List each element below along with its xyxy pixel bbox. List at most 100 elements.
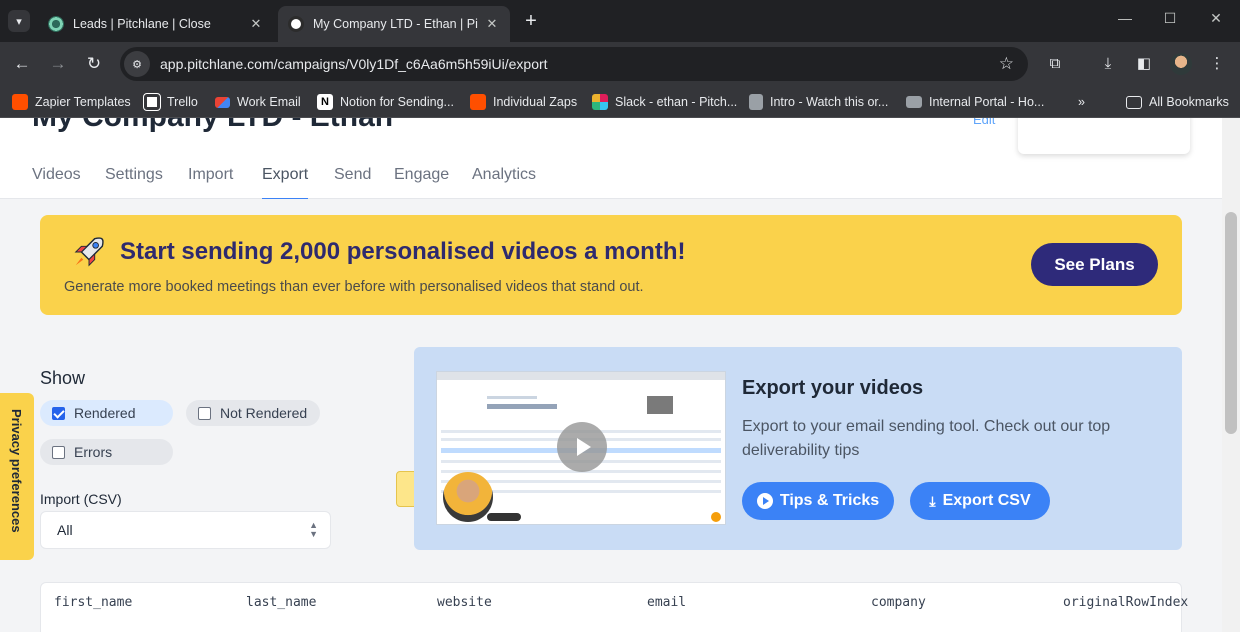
tips-tricks-button[interactable]: Tips & Tricks bbox=[742, 482, 894, 520]
tab-videos[interactable]: Videos bbox=[32, 166, 81, 199]
tab-send[interactable]: Send bbox=[334, 166, 371, 199]
video-browser-bar bbox=[437, 372, 725, 380]
column-header[interactable]: originalRowIndex bbox=[1063, 595, 1188, 610]
column-header[interactable]: email bbox=[647, 595, 686, 610]
minimize-icon[interactable]: — bbox=[1114, 10, 1136, 26]
export-csv-button[interactable]: ⤓ Export CSV bbox=[910, 482, 1050, 520]
tab-export[interactable]: Export bbox=[262, 166, 309, 200]
bookmark-label: Trello bbox=[167, 95, 198, 109]
bookmark-label: Slack - ethan - Pitch... bbox=[615, 95, 738, 109]
back-icon[interactable]: ← bbox=[11, 53, 33, 75]
import-csv-select[interactable]: All ▲ ▼ bbox=[40, 511, 331, 549]
header-card bbox=[1018, 118, 1190, 154]
edit-link[interactable]: Edit bbox=[973, 118, 995, 127]
tips-label: Tips & Tricks bbox=[779, 492, 880, 509]
bookmark-star-icon[interactable]: ☆ bbox=[999, 54, 1014, 74]
bookmark-label: Zapier Templates bbox=[35, 95, 131, 109]
notion-icon: N bbox=[317, 94, 333, 110]
browser-tab-leads[interactable]: Leads | Pitchlane | Close ✕ bbox=[38, 6, 274, 42]
filter-label: Rendered bbox=[74, 405, 136, 421]
close-tab-icon[interactable]: ✕ bbox=[248, 16, 264, 32]
more-bookmarks-icon[interactable]: » bbox=[1078, 93, 1085, 111]
trello-icon bbox=[143, 93, 161, 111]
all-bookmarks-label: All Bookmarks bbox=[1149, 95, 1229, 109]
bookmark-trello[interactable]: Trello bbox=[143, 93, 198, 111]
bookmark-intro[interactable]: Intro - Watch this or... bbox=[749, 93, 888, 111]
zapier-icon bbox=[470, 94, 486, 110]
page-title: My Company LTD - Ethan bbox=[32, 118, 393, 134]
column-header[interactable]: first_name bbox=[54, 595, 132, 610]
tab-search-icon[interactable]: ▾ bbox=[8, 10, 30, 32]
bookmarks-bar: Zapier Templates Trello Work Email N Not… bbox=[0, 86, 1240, 118]
close-tab-icon[interactable]: ✕ bbox=[484, 16, 500, 32]
profile-avatar[interactable] bbox=[1170, 53, 1192, 75]
filter-errors[interactable]: Errors bbox=[40, 439, 173, 465]
tab-engage[interactable]: Engage bbox=[394, 166, 449, 199]
browser-toolbar: ← → ↻ ⚙ app.pitchlane.com/campaigns/V0ly… bbox=[0, 42, 1240, 86]
bookmark-internal-portal[interactable]: Internal Portal - Ho... bbox=[906, 93, 1044, 111]
menu-icon[interactable]: ⋮ bbox=[1207, 54, 1227, 74]
bookmark-label: Notion for Sending... bbox=[340, 95, 454, 109]
play-circle-icon bbox=[756, 493, 773, 509]
page-icon bbox=[906, 96, 922, 108]
export-csv-label: Export CSV bbox=[942, 492, 1031, 509]
export-description: Export to your email sending tool. Check… bbox=[742, 418, 1111, 459]
tab-title: My Company LTD - Ethan | Pitc bbox=[313, 17, 478, 31]
column-header[interactable]: last_name bbox=[246, 595, 316, 610]
bookmark-work-email[interactable]: Work Email bbox=[215, 93, 301, 111]
privacy-preferences-tab[interactable]: Privacy preferences bbox=[0, 393, 34, 560]
presenter-avatar bbox=[443, 472, 493, 522]
page-content: My Company LTD - Ethan Edit Videos Setti… bbox=[0, 118, 1222, 632]
filter-not-rendered[interactable]: Not Rendered bbox=[186, 400, 320, 426]
reload-icon[interactable]: ↻ bbox=[83, 53, 105, 75]
tab-title: Leads | Pitchlane | Close bbox=[73, 17, 211, 31]
bookmark-slack[interactable]: Slack - ethan - Pitch... bbox=[592, 93, 737, 111]
side-panel-icon[interactable]: ◧ bbox=[1134, 54, 1154, 74]
bookmark-individual-zaps[interactable]: Individual Zaps bbox=[470, 93, 577, 111]
play-icon[interactable] bbox=[557, 422, 607, 472]
slack-icon bbox=[592, 94, 608, 110]
site-info-icon[interactable]: ⚙ bbox=[124, 51, 150, 77]
column-header[interactable]: company bbox=[871, 595, 926, 610]
column-header[interactable]: website bbox=[437, 595, 492, 610]
url-text[interactable]: app.pitchlane.com/campaigns/V0ly1Df_c6Aa… bbox=[160, 56, 999, 72]
new-tab-icon[interactable]: + bbox=[520, 10, 542, 32]
download-icon: ⤓ bbox=[929, 492, 936, 509]
page-icon bbox=[749, 94, 763, 110]
import-csv-label: Import (CSV) bbox=[40, 491, 122, 507]
video-badge-icon bbox=[711, 512, 721, 522]
close-window-icon[interactable]: ✕ bbox=[1205, 10, 1227, 27]
campaign-tabs: Videos Settings Import Export Send Engag… bbox=[0, 158, 1222, 200]
bookmark-label: Individual Zaps bbox=[493, 95, 578, 109]
checkbox-checked-icon[interactable] bbox=[52, 406, 65, 420]
bookmark-label: Internal Portal - Ho... bbox=[929, 95, 1045, 109]
bookmark-zapier-templates[interactable]: Zapier Templates bbox=[12, 93, 131, 111]
filter-rendered[interactable]: Rendered bbox=[40, 400, 173, 426]
bookmark-notion[interactable]: N Notion for Sending... bbox=[317, 93, 454, 111]
see-plans-button[interactable]: See Plans bbox=[1031, 243, 1158, 286]
all-bookmarks[interactable]: All Bookmarks bbox=[1126, 93, 1229, 111]
chevron-up-down-icon: ▲ ▼ bbox=[309, 520, 318, 539]
scrollbar-thumb[interactable] bbox=[1225, 212, 1237, 434]
video-inset-image bbox=[647, 396, 673, 414]
select-value: All bbox=[57, 522, 73, 538]
tutorial-video[interactable] bbox=[436, 371, 726, 525]
page-scrollbar[interactable] bbox=[1222, 118, 1240, 632]
browser-tab-pitchlane[interactable]: My Company LTD - Ethan | Pitc ✕ bbox=[278, 6, 510, 42]
zapier-icon bbox=[12, 94, 28, 110]
download-icon[interactable]: ⤓ bbox=[1098, 54, 1118, 74]
maximize-icon[interactable]: ☐ bbox=[1159, 10, 1181, 27]
extensions-icon[interactable]: ⧉ bbox=[1045, 54, 1065, 74]
checkbox-icon[interactable] bbox=[198, 406, 211, 420]
export-table: first_name last_name website email compa… bbox=[40, 582, 1188, 632]
tab-analytics[interactable]: Analytics bbox=[472, 166, 536, 199]
address-bar[interactable]: ⚙ app.pitchlane.com/campaigns/V0ly1Df_c6… bbox=[120, 47, 1028, 81]
forward-icon[interactable]: → bbox=[47, 53, 69, 75]
tab-import[interactable]: Import bbox=[188, 166, 233, 199]
upgrade-banner: Start sending 2,000 personalised videos … bbox=[40, 215, 1182, 315]
tab-settings[interactable]: Settings bbox=[105, 166, 163, 199]
checkbox-icon[interactable] bbox=[52, 445, 65, 459]
bookmark-label: Intro - Watch this or... bbox=[770, 95, 889, 109]
banner-subtitle: Generate more booked meetings than ever … bbox=[64, 279, 644, 295]
video-controls[interactable] bbox=[487, 513, 521, 521]
